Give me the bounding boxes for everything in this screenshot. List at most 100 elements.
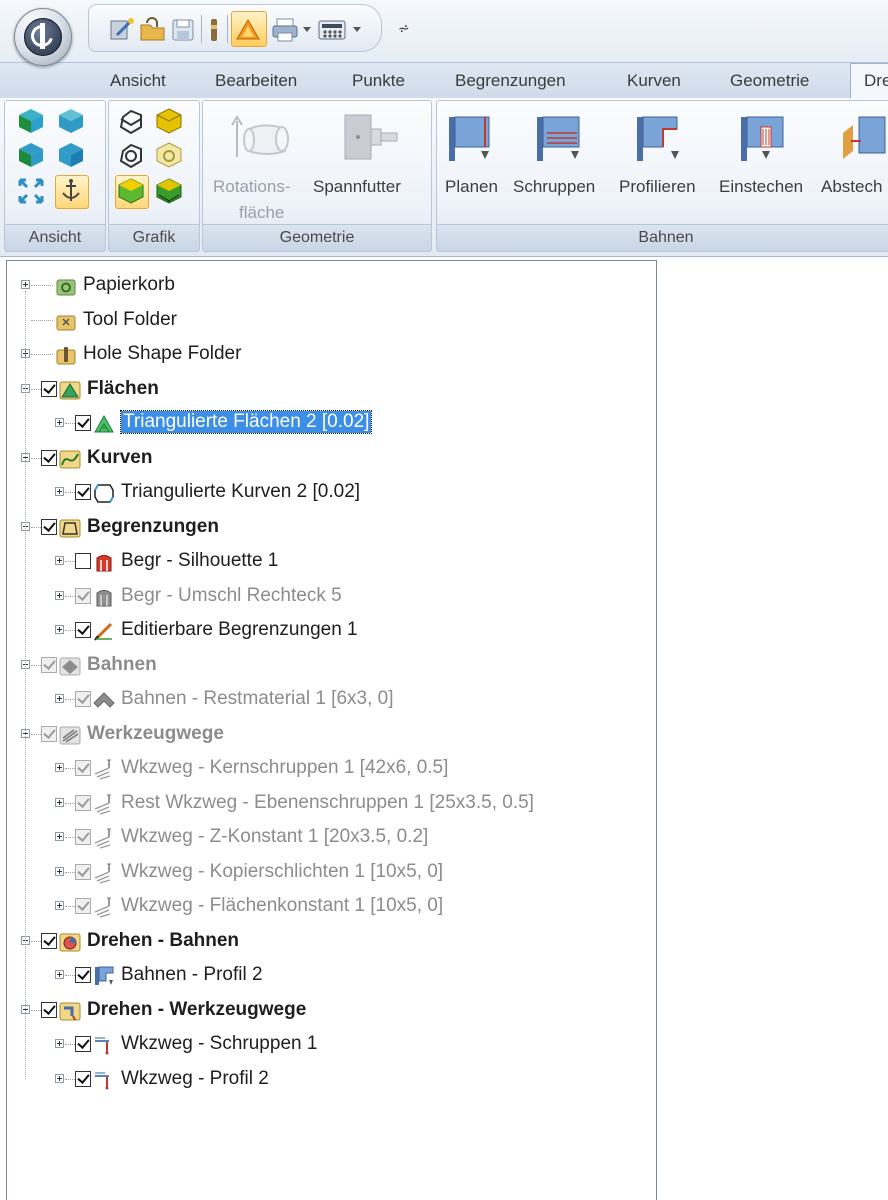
parting-off-pattern-icon[interactable]	[837, 111, 888, 167]
tree-item-row[interactable]: Wkzweg - Kernschruppen 1 [42x6, 0.5]	[7, 752, 647, 786]
shading-icon	[236, 19, 260, 40]
visibility-checkbox[interactable]	[75, 1070, 91, 1087]
tree-item-row[interactable]: Editierbare Begrenzungen 1	[7, 614, 647, 648]
view-top-cube-icon[interactable]	[57, 107, 85, 135]
expand-icon[interactable]	[55, 901, 64, 910]
shaded-mixed-icon[interactable]	[155, 177, 183, 205]
visibility-checkbox[interactable]	[75, 484, 91, 500]
visibility-checkbox[interactable]	[41, 725, 57, 742]
expand-icon[interactable]	[55, 590, 64, 600]
calculator-icon[interactable]	[317, 17, 347, 43]
expand-icon[interactable]	[55, 866, 64, 876]
wireframe-icon[interactable]	[117, 141, 145, 169]
visibility-checkbox[interactable]	[75, 622, 91, 638]
visibility-checkbox[interactable]	[75, 415, 91, 431]
visibility-checkbox[interactable]	[75, 794, 91, 811]
visibility-checkbox[interactable]	[75, 553, 91, 569]
visibility-checkbox[interactable]	[75, 967, 91, 983]
tree-item-row[interactable]: Begr - Umschl Rechteck 5	[7, 580, 647, 614]
tree-folder-row[interactable]: Kurven	[7, 442, 647, 476]
expand-icon[interactable]	[55, 487, 64, 496]
visibility-checkbox[interactable]	[75, 691, 91, 707]
tree-folder-row[interactable]: Flächen	[7, 373, 647, 407]
expand-icon[interactable]	[55, 418, 64, 427]
tree-item-row[interactable]: Wkzweg - Profil 2	[7, 1063, 647, 1097]
view-front-cube-icon[interactable]	[17, 141, 45, 169]
tree-item-row[interactable]: Wkzweg - Flächenkonstant 1 [10x5, 0]	[7, 890, 647, 924]
chuck-icon[interactable]	[339, 111, 399, 167]
tab-drehen[interactable]: Dre	[864, 71, 888, 91]
visibility-checkbox[interactable]	[75, 898, 91, 914]
roughing-pattern-icon[interactable]	[533, 111, 587, 167]
tab-bearbeiten[interactable]: Bearbeiten	[215, 71, 297, 91]
expand-icon[interactable]	[55, 970, 64, 979]
tree-item-row[interactable]: Triangulierte Flächen 2 [0.02]	[7, 407, 647, 441]
tree-folder-row[interactable]: Drehen - Bahnen	[7, 925, 647, 959]
expand-icon[interactable]	[21, 280, 30, 289]
visibility-checkbox[interactable]	[75, 1036, 91, 1052]
quick-access-toolbar: ⩫	[0, 0, 888, 66]
visibility-checkbox[interactable]	[41, 518, 57, 535]
visibility-checkbox[interactable]	[41, 1001, 57, 1018]
tree-item-row[interactable]: Wkzweg - Kopierschlichten 1 [10x5, 0]	[7, 856, 647, 890]
tree-item-row[interactable]: Wkzweg - Z-Konstant 1 [20x3.5, 0.2]	[7, 821, 647, 855]
expand-icon[interactable]	[55, 797, 64, 807]
silhouette-boundary-icon	[96, 555, 112, 572]
folder-open-icon[interactable]	[139, 17, 167, 43]
view-iso-cube-icon[interactable]	[17, 107, 45, 135]
tree-item-row[interactable]: Triangulierte Kurven 2 [0.02]	[7, 476, 647, 510]
wireframe-shaded-icon[interactable]	[117, 107, 145, 135]
tree-folder-row[interactable]: Werkzeugwege	[7, 718, 647, 752]
visibility-checkbox[interactable]	[41, 656, 57, 673]
shaded-yellow-icon[interactable]	[155, 107, 183, 135]
visibility-checkbox[interactable]	[41, 449, 57, 466]
visibility-checkbox[interactable]	[75, 829, 91, 845]
tree-connector	[65, 492, 75, 493]
ribbon-group-ansicht: Ansicht	[4, 100, 106, 252]
expand-icon[interactable]	[55, 694, 64, 703]
wizard-icon[interactable]	[109, 17, 135, 43]
rotation-surface-icon[interactable]	[227, 111, 297, 167]
explorer-tree-panel[interactable]: Papierkorb Tool Folder Hole Shape Folder Fl…	[6, 260, 657, 1200]
tree-folder-row[interactable]: Papierkorb	[7, 269, 647, 303]
visibility-checkbox[interactable]	[75, 863, 91, 880]
graphics-area[interactable]	[660, 260, 888, 1198]
visibility-checkbox[interactable]	[75, 760, 91, 776]
expand-icon[interactable]	[55, 556, 64, 565]
tree-folder-row[interactable]: Begrenzungen	[7, 511, 647, 545]
tab-ansicht[interactable]: Ansicht	[110, 71, 166, 91]
customize-quick-access-button[interactable]: ⩫	[398, 20, 410, 37]
tree-item-row[interactable]: Begr - Silhouette 1	[7, 545, 647, 579]
tree-item-row[interactable]: Rest Wkzweg - Ebenenschruppen 1 [25x3.5,…	[7, 787, 647, 821]
tree-item-row[interactable]: Wkzweg - Schruppen 1	[7, 1028, 647, 1062]
tree-item-row[interactable]: Bahnen - Profil 2	[7, 959, 647, 993]
tab-kurven[interactable]: Kurven	[627, 71, 681, 91]
tab-geometrie[interactable]: Geometrie	[730, 71, 809, 91]
tree-folder-row[interactable]: Hole Shape Folder	[7, 338, 647, 372]
expand-icon[interactable]	[55, 763, 64, 772]
expand-icon[interactable]	[55, 832, 64, 841]
save-icon[interactable]	[171, 17, 195, 43]
hole-icon[interactable]	[207, 17, 221, 43]
tab-begrenzungen[interactable]: Begrenzungen	[455, 71, 566, 91]
grooving-pattern-icon[interactable]	[737, 111, 791, 167]
facing-pattern-icon[interactable]	[445, 111, 495, 167]
tree-folder-row[interactable]: Bahnen	[7, 649, 647, 683]
tree-folder-row[interactable]: Tool Folder	[7, 303, 647, 338]
tree-folder-row[interactable]: Drehen - Werkzeugwege	[7, 994, 647, 1028]
expand-icon[interactable]	[55, 625, 64, 634]
visibility-checkbox[interactable]	[41, 932, 57, 949]
expand-icon[interactable]	[55, 1039, 64, 1048]
visibility-checkbox[interactable]	[75, 587, 91, 604]
tree-item-row[interactable]: Bahnen - Restmaterial 1 [6x3, 0]	[7, 683, 647, 717]
visibility-checkbox[interactable]	[41, 380, 57, 397]
shaded-outline-icon[interactable]	[155, 141, 183, 169]
tab-punkte[interactable]: Punkte	[352, 71, 405, 91]
zoom-fit-icon[interactable]	[17, 177, 45, 205]
print-icon[interactable]	[271, 17, 299, 43]
application-menu-button[interactable]	[14, 8, 72, 66]
profiling-pattern-icon[interactable]	[633, 111, 687, 167]
expand-icon[interactable]	[55, 1073, 64, 1083]
view-right-cube-icon[interactable]	[57, 141, 85, 169]
toolpath-icon	[94, 828, 111, 849]
